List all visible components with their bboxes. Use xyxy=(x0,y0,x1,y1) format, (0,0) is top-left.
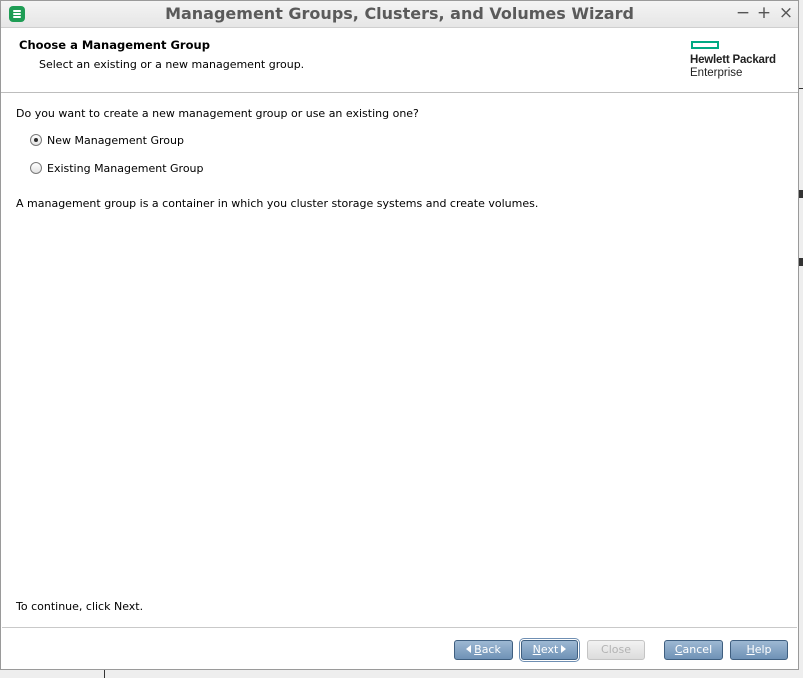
close-button[interactable]: Close xyxy=(587,640,645,660)
hpe-logo: Hewlett Packard Enterprise xyxy=(690,40,790,90)
wizard-header: Choose a Management Group Select an exis… xyxy=(1,28,798,93)
back-button[interactable]: Back xyxy=(454,640,513,660)
button-bar: Back Next Close Cancel Help xyxy=(2,627,797,668)
title-bar[interactable]: Management Groups, Clusters, and Volumes… xyxy=(1,1,798,28)
radio-new-management-group[interactable]: New Management Group xyxy=(30,132,184,148)
wizard-window: Management Groups, Clusters, and Volumes… xyxy=(0,0,799,670)
background-window-edge xyxy=(799,0,803,678)
radio-button-checked[interactable] xyxy=(30,134,42,146)
description-text: A management group is a container in whi… xyxy=(16,197,539,210)
hpe-element-icon xyxy=(691,41,719,49)
background-divider xyxy=(799,190,803,198)
hpe-logo-name: Hewlett Packard xyxy=(690,54,776,66)
background-divider xyxy=(799,88,803,89)
radio-existing-management-group[interactable]: Existing Management Group xyxy=(30,160,204,176)
close-icon[interactable]: × xyxy=(777,3,795,23)
radio-label[interactable]: Existing Management Group xyxy=(47,162,204,175)
step-subtitle: Select an existing or a new management g… xyxy=(39,58,305,71)
maximize-icon[interactable]: + xyxy=(755,3,773,23)
question-text: Do you want to create a new management g… xyxy=(16,107,419,120)
background-window-bottom xyxy=(0,670,803,678)
radio-label[interactable]: New Management Group xyxy=(47,134,184,147)
hpe-logo-sub: Enterprise xyxy=(690,67,743,79)
arrow-right-icon xyxy=(561,645,567,653)
cancel-button[interactable]: Cancel xyxy=(664,640,723,660)
step-title: Choose a Management Group xyxy=(19,38,210,52)
minimize-icon[interactable]: − xyxy=(734,3,752,23)
background-divider xyxy=(799,258,803,266)
background-divider xyxy=(104,670,105,678)
continue-hint: To continue, click Next. xyxy=(16,600,144,613)
arrow-left-icon xyxy=(466,645,472,653)
help-button[interactable]: Help xyxy=(730,640,788,660)
next-button[interactable]: Next xyxy=(521,640,578,660)
radio-button-unchecked[interactable] xyxy=(30,162,42,174)
window-title: Management Groups, Clusters, and Volumes… xyxy=(165,4,634,23)
